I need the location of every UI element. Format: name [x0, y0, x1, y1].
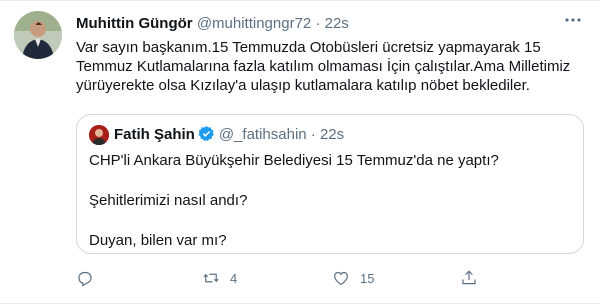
retweet-button[interactable]: 4: [202, 267, 237, 289]
quoted-header-separator: ·: [310, 126, 316, 143]
reply-button[interactable]: [76, 267, 104, 289]
share-button[interactable]: [460, 267, 488, 289]
quoted-author-name[interactable]: Fatih Şahin: [114, 126, 195, 143]
tweet-actions: 4 15: [76, 267, 556, 289]
quoted-timestamp[interactable]: 22s: [320, 126, 344, 143]
share-icon: [462, 270, 476, 285]
tweet[interactable]: Muhittin Güngör @muhittingngr72 · 22s Va…: [0, 0, 600, 304]
verified-badge-icon: [198, 125, 215, 148]
quoted-text-line: Şehitlerimizi nasıl andı?: [89, 192, 248, 209]
header-separator: ·: [315, 15, 321, 32]
author-avatar[interactable]: [14, 11, 62, 59]
quoted-text-line: Duyan, bilen var mı?: [89, 232, 227, 249]
like-count: 15: [360, 270, 375, 286]
like-button[interactable]: 15: [332, 267, 374, 289]
heart-icon: [334, 271, 348, 286]
author-avatar-image: [14, 11, 62, 59]
more-icon[interactable]: [562, 13, 584, 33]
quoted-header: Fatih Şahin @_fatihsahin · 22s: [114, 125, 344, 148]
tweet-header: Muhittin Güngör @muhittingngr72 · 22s: [76, 14, 560, 34]
author-name[interactable]: Muhittin Güngör: [76, 15, 193, 32]
quoted-author-avatar[interactable]: [89, 125, 109, 145]
tweet-timestamp[interactable]: 22s: [325, 15, 349, 32]
retweet-count: 4: [230, 270, 238, 286]
quoted-author-handle[interactable]: @_fatihsahin: [219, 126, 307, 143]
reply-icon: [78, 271, 92, 287]
quoted-text-line: CHP'li Ankara Büyükşehir Belediyesi 15 T…: [89, 152, 499, 169]
retweet-icon: [203, 273, 219, 283]
author-handle[interactable]: @muhittingngr72: [197, 15, 311, 32]
quoted-tweet[interactable]: Fatih Şahin @_fatihsahin · 22s CHP'li Ank…: [76, 114, 584, 254]
quoted-tweet-text: CHP'li Ankara Büyükşehir Belediyesi 15 T…: [89, 151, 571, 271]
tweet-text: Var sayın başkanım.15 Temmuzda Otobüsler…: [76, 39, 571, 94]
